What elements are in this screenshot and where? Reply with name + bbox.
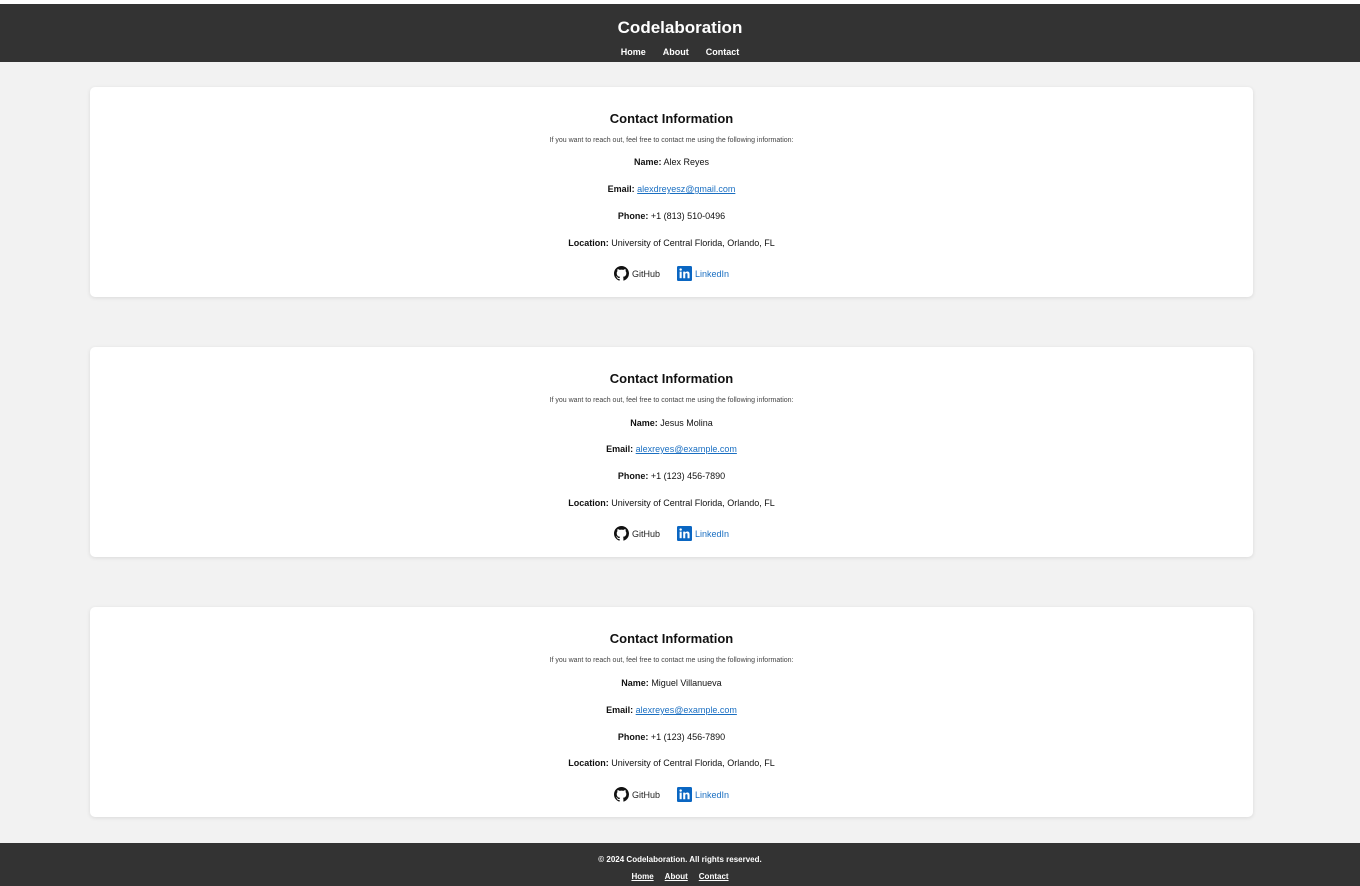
phone-label: Phone:	[617, 732, 649, 742]
location-value: University of Central Florida, Orlando, …	[611, 238, 775, 248]
card-intro: If you want to reach out, feel free to c…	[549, 657, 794, 664]
github-link[interactable]: GitHub	[613, 266, 660, 281]
linkedin-label: LinkedIn	[694, 268, 730, 279]
phone-value: +1 (813) 510-0496	[650, 211, 726, 221]
linkedin-icon	[676, 787, 692, 802]
name-label: Name:	[633, 157, 662, 167]
linkedin-label: LinkedIn	[694, 789, 730, 800]
location-field: Location: University of Central Florida,…	[90, 497, 1253, 509]
card-heading: Contact Information	[609, 631, 734, 646]
email-link[interactable]: alexdreyesz@gmail.com	[637, 184, 735, 194]
name-field: Name: Miguel Villanueva	[90, 677, 1253, 689]
location-label: Location:	[568, 758, 609, 768]
github-label: GitHub	[631, 268, 660, 279]
social-links: GitHub LinkedIn	[90, 526, 1253, 541]
email-label: Email:	[607, 184, 635, 194]
github-icon	[613, 526, 629, 541]
github-icon	[613, 787, 629, 802]
email-link[interactable]: alexreyes@example.com	[636, 705, 737, 715]
linkedin-label: LinkedIn	[694, 528, 730, 539]
email-label: Email:	[606, 705, 634, 715]
email-link[interactable]: alexreyes@example.com	[636, 444, 737, 454]
contact-card: Contact Information If you want to reach…	[90, 87, 1253, 297]
footer-link-contact[interactable]: Contact	[699, 872, 729, 882]
social-links: GitHub LinkedIn	[90, 266, 1253, 281]
name-value: Alex Reyes	[663, 157, 710, 167]
phone-label: Phone:	[617, 471, 649, 481]
site-footer: © 2024 Codelaboration. All rights reserv…	[0, 843, 1360, 886]
header-nav: Home About Contact	[0, 47, 1360, 57]
linkedin-icon	[676, 526, 692, 541]
location-label: Location:	[568, 238, 609, 248]
social-links: GitHub LinkedIn	[90, 787, 1253, 802]
site-header: Codelaboration Home About Contact	[0, 4, 1360, 62]
site-title: Codelaboration	[617, 18, 743, 37]
email-field: Email: alexdreyesz@gmail.com	[90, 183, 1253, 195]
phone-field: Phone: +1 (123) 456-7890	[90, 731, 1253, 743]
email-field: Email: alexreyes@example.com	[90, 704, 1253, 716]
footer-link-home[interactable]: Home	[631, 872, 653, 882]
email-label: Email:	[606, 444, 634, 454]
phone-field: Phone: +1 (123) 456-7890	[90, 470, 1253, 482]
phone-value: +1 (123) 456-7890	[650, 732, 726, 742]
github-link[interactable]: GitHub	[613, 526, 660, 541]
github-label: GitHub	[631, 789, 660, 800]
github-icon	[613, 266, 629, 281]
name-label: Name:	[621, 678, 649, 688]
linkedin-link[interactable]: LinkedIn	[676, 266, 730, 281]
name-label: Name:	[630, 418, 658, 428]
phone-value: +1 (123) 456-7890	[650, 471, 726, 481]
name-value: Miguel Villanueva	[651, 678, 722, 688]
location-label: Location:	[568, 498, 609, 508]
footer-link-about[interactable]: About	[665, 872, 688, 882]
phone-label: Phone:	[617, 211, 649, 221]
card-heading: Contact Information	[609, 111, 734, 126]
nav-link-contact[interactable]: Contact	[706, 47, 740, 57]
phone-field: Phone: +1 (813) 510-0496	[90, 210, 1253, 222]
github-label: GitHub	[631, 528, 660, 539]
name-value: Jesus Molina	[660, 418, 713, 428]
card-heading: Contact Information	[609, 371, 734, 386]
copyright-text: © 2024 Codelaboration. All rights reserv…	[598, 855, 762, 864]
card-intro: If you want to reach out, feel free to c…	[549, 397, 794, 404]
nav-link-about[interactable]: About	[663, 47, 689, 57]
linkedin-icon	[676, 266, 692, 281]
location-value: University of Central Florida, Orlando, …	[611, 758, 775, 768]
email-field: Email: alexreyes@example.com	[90, 443, 1253, 455]
linkedin-link[interactable]: LinkedIn	[676, 787, 730, 802]
name-field: Name: Alex Reyes	[90, 156, 1253, 168]
github-link[interactable]: GitHub	[613, 787, 660, 802]
contact-card: Contact Information If you want to reach…	[90, 607, 1253, 817]
linkedin-link[interactable]: LinkedIn	[676, 526, 730, 541]
name-field: Name: Jesus Molina	[90, 417, 1253, 429]
location-field: Location: University of Central Florida,…	[90, 237, 1253, 249]
contact-card: Contact Information If you want to reach…	[90, 347, 1253, 557]
footer-nav: Home About Contact	[0, 872, 1360, 882]
card-intro: If you want to reach out, feel free to c…	[549, 137, 794, 144]
nav-link-home[interactable]: Home	[621, 47, 646, 57]
location-field: Location: University of Central Florida,…	[90, 757, 1253, 769]
location-value: University of Central Florida, Orlando, …	[611, 498, 775, 508]
